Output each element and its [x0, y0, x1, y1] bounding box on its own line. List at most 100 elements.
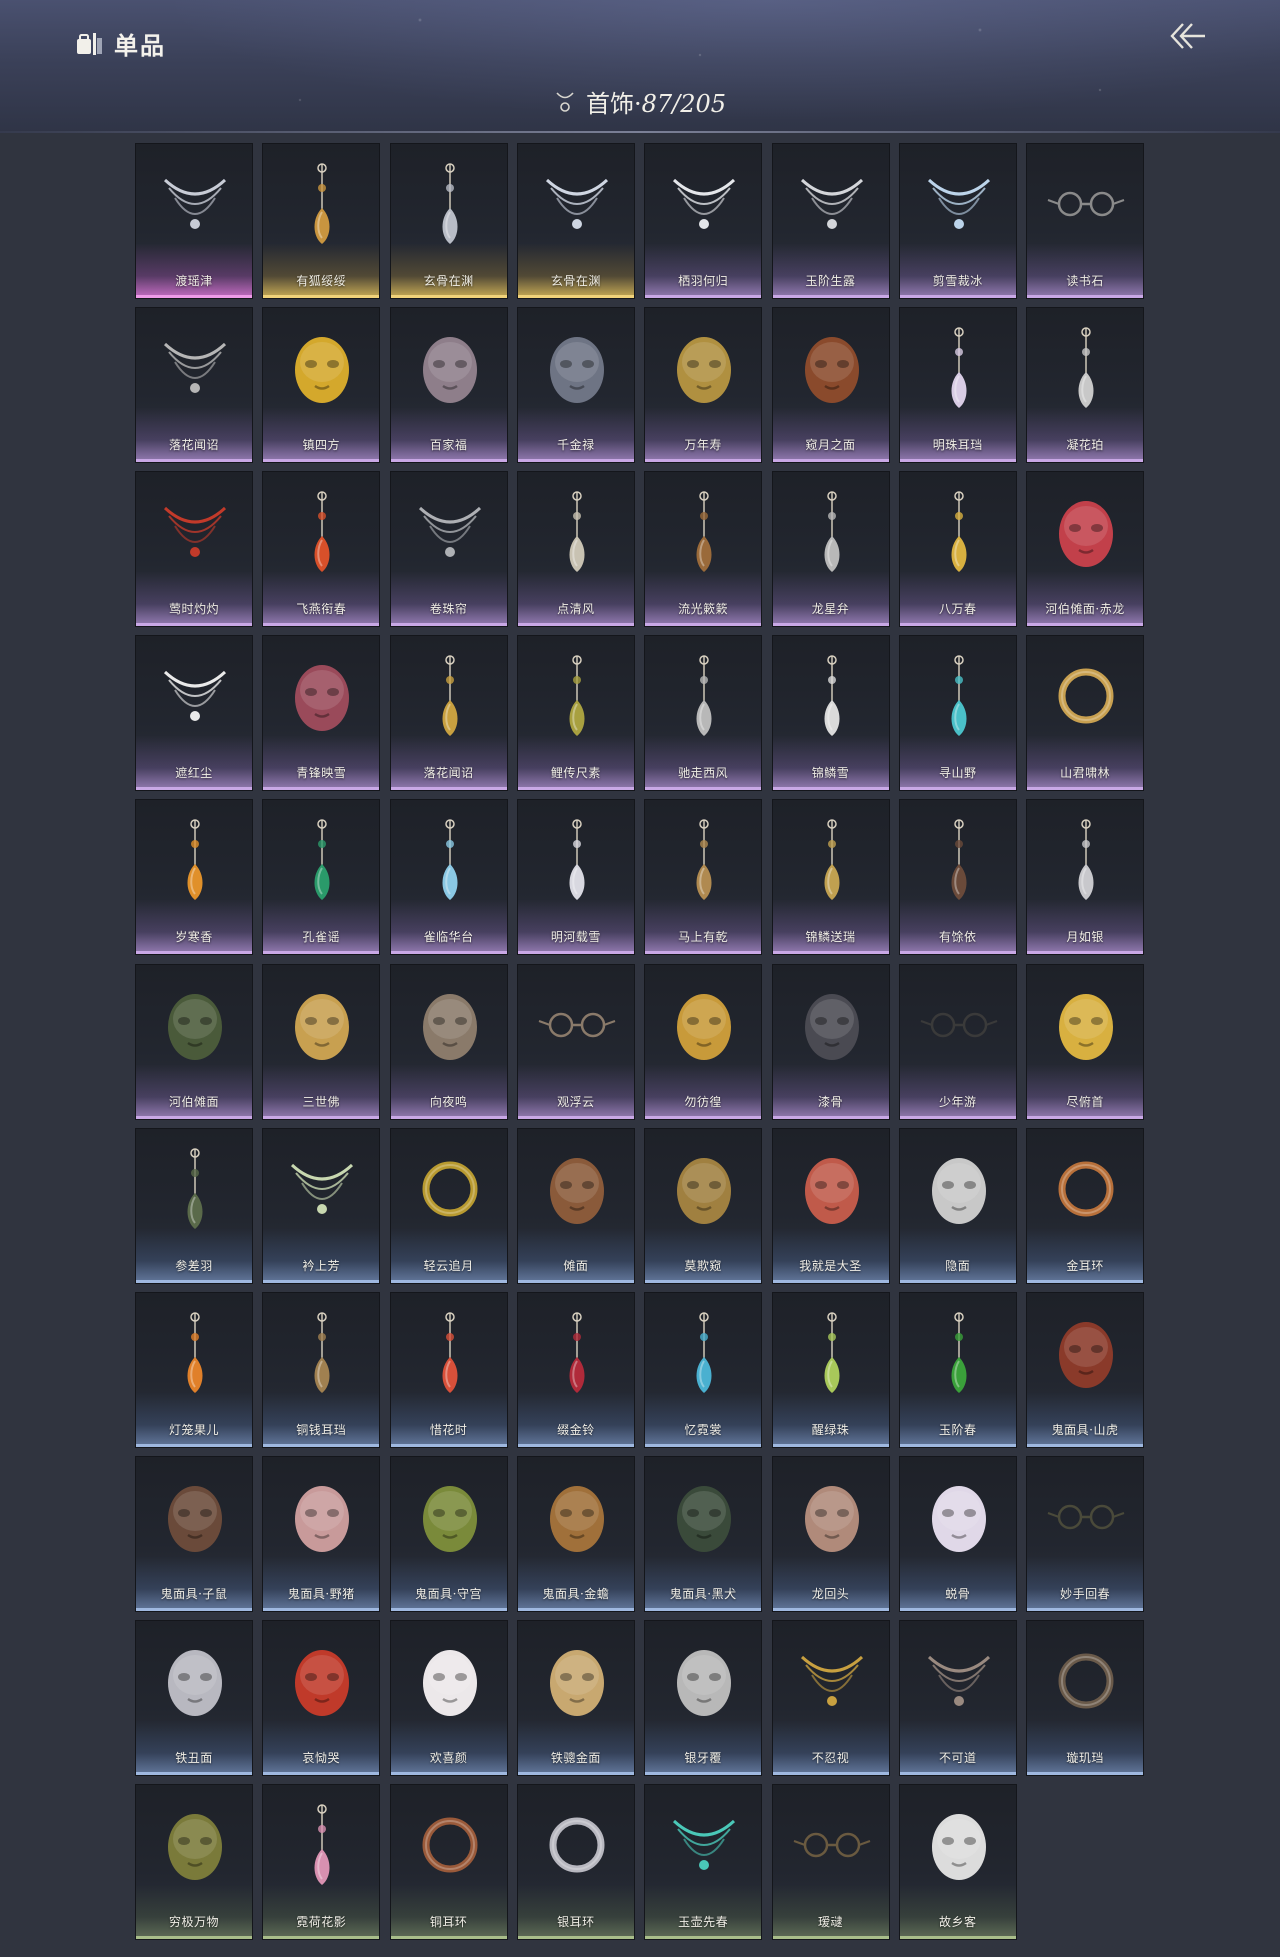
back-button[interactable]	[1165, 16, 1209, 56]
item-card[interactable]: 窥月之面	[771, 307, 890, 464]
item-card[interactable]: 我就是大圣	[771, 1127, 890, 1284]
rarity-bar	[390, 1771, 507, 1775]
item-card[interactable]: 河伯傩面·赤龙	[1026, 471, 1145, 628]
item-card[interactable]: 玄骨在渊	[516, 143, 635, 299]
owl-mask-icon	[422, 993, 477, 1060]
item-card[interactable]: 点清风	[516, 471, 635, 628]
item-card[interactable]: 忆霓裳	[644, 1291, 763, 1448]
item-card[interactable]: 尽俯首	[1026, 963, 1145, 1120]
item-card[interactable]: 欢喜颜	[389, 1619, 508, 1776]
item-card[interactable]: 凝花珀	[1026, 307, 1145, 464]
item-card[interactable]: 读书石	[1026, 143, 1145, 299]
rarity-glow	[136, 1063, 252, 1119]
item-card[interactable]: 玉阶生露	[771, 143, 890, 299]
item-card[interactable]: 鬼面具·守宫	[389, 1455, 508, 1612]
lotus-earring-icon	[314, 1804, 330, 1885]
item-card[interactable]: 银牙覆	[644, 1619, 763, 1776]
item-card[interactable]: 轻云追月	[389, 1127, 508, 1284]
brand-title: 单品	[114, 32, 166, 60]
item-card[interactable]: 遮红尘	[135, 635, 253, 792]
rarity-bar	[899, 1936, 1016, 1939]
item-card[interactable]: 孔雀谣	[262, 799, 381, 956]
item-card[interactable]: 铁丑面	[135, 1619, 253, 1776]
item-card[interactable]: 莫欺窥	[644, 1127, 763, 1284]
item-card[interactable]: 有馀依	[898, 799, 1017, 956]
item-card[interactable]: 八万春	[898, 471, 1017, 628]
item-card[interactable]: 龙星弁	[771, 471, 890, 628]
item-card[interactable]: 月如银	[1026, 799, 1145, 956]
item-card[interactable]: 有狐绥绥	[262, 143, 381, 299]
item-card[interactable]: 万年寿	[644, 307, 763, 464]
item-card[interactable]: 锦鳞雪	[771, 635, 890, 792]
item-card[interactable]: 蜕骨	[898, 1455, 1017, 1612]
item-card[interactable]: 惜花时	[389, 1291, 508, 1448]
item-card[interactable]: 河伯傩面	[135, 963, 253, 1120]
item-card[interactable]: 穷极万物	[135, 1784, 253, 1940]
item-card[interactable]: 鬼面具·野猪	[262, 1455, 381, 1612]
item-card[interactable]: 飞燕衔春	[262, 471, 381, 628]
item-card[interactable]: 玉壶先春	[644, 1784, 763, 1940]
item-card[interactable]: 鬼面具·黑犬	[644, 1455, 763, 1612]
item-card[interactable]: 莺时灼灼	[135, 471, 253, 628]
item-card[interactable]: 傩面	[516, 1127, 635, 1284]
item-card[interactable]: 渡瑶津	[135, 143, 253, 299]
item-name: 山君啸林	[1060, 766, 1111, 781]
item-card[interactable]: 锦鳞送瑞	[771, 799, 890, 956]
item-card[interactable]: 妙手回春	[1026, 1455, 1145, 1612]
item-card[interactable]: 落花闻诏	[135, 307, 253, 464]
item-card[interactable]: 雀临华台	[389, 799, 508, 956]
item-card[interactable]: 驰走西风	[644, 635, 763, 792]
item-card[interactable]: 瑷叇	[771, 1784, 890, 1940]
item-card[interactable]: 缀金铃	[516, 1291, 635, 1448]
item-card[interactable]: 铜钱耳珰	[262, 1291, 381, 1448]
item-card[interactable]: 玉阶春	[898, 1291, 1017, 1448]
item-card[interactable]: 马上有乾	[644, 799, 763, 956]
item-card[interactable]: 流光簌簌	[644, 471, 763, 628]
rarity-bar	[772, 1607, 889, 1611]
item-card[interactable]: 隐面	[898, 1127, 1017, 1284]
item-card[interactable]: 龙回头	[771, 1455, 890, 1612]
item-card[interactable]: 铜耳环	[389, 1784, 508, 1940]
item-card[interactable]: 不可道	[898, 1619, 1017, 1776]
item-card[interactable]: 寻山野	[898, 635, 1017, 792]
item-card[interactable]: 玄骨在渊	[389, 143, 508, 299]
item-card[interactable]: 栖羽何归	[644, 143, 763, 299]
item-card[interactable]: 故乡客	[898, 1784, 1017, 1940]
item-card[interactable]: 参差羽	[135, 1127, 253, 1284]
item-card[interactable]: 鬼面具·子鼠	[135, 1455, 253, 1612]
item-card[interactable]: 哀恸哭	[262, 1619, 381, 1776]
item-card[interactable]: 少年游	[898, 963, 1017, 1120]
item-card[interactable]: 银耳环	[516, 1784, 635, 1940]
item-card[interactable]: 不忍视	[771, 1619, 890, 1776]
item-card[interactable]: 鬼面具·金蟾	[516, 1455, 635, 1612]
item-name: 金耳环	[1066, 1258, 1104, 1273]
item-card[interactable]: 山君啸林	[1026, 635, 1145, 792]
item-card[interactable]: 勿彷徨	[644, 963, 763, 1120]
item-card[interactable]: 铁骢金面	[516, 1619, 635, 1776]
item-card[interactable]: 灯笼果儿	[135, 1291, 253, 1448]
rarity-glow	[645, 1227, 762, 1283]
rarity-glow	[136, 407, 252, 463]
item-card[interactable]: 千金禄	[516, 307, 635, 464]
item-card[interactable]: 青锋映雪	[262, 635, 381, 792]
item-card[interactable]: 霓荷花影	[262, 1784, 381, 1940]
item-card[interactable]: 卷珠帘	[389, 471, 508, 628]
item-card[interactable]: 镇四方	[262, 307, 381, 464]
item-card[interactable]: 岁寒香	[135, 799, 253, 956]
item-card[interactable]: 明珠耳珰	[898, 307, 1017, 464]
item-card[interactable]: 鬼面具·山虎	[1026, 1291, 1145, 1448]
rarity-glow	[263, 571, 380, 627]
item-card[interactable]: 剪雪裁冰	[898, 143, 1017, 299]
item-card[interactable]: 漆骨	[771, 963, 890, 1120]
item-card[interactable]: 醒绿珠	[771, 1291, 890, 1448]
item-card[interactable]: 向夜鸣	[389, 963, 508, 1120]
item-card[interactable]: 三世佛	[262, 963, 381, 1120]
item-card[interactable]: 百家福	[389, 307, 508, 464]
item-card[interactable]: 明河载雪	[516, 799, 635, 956]
item-card[interactable]: 鲤传尺素	[516, 635, 635, 792]
item-card[interactable]: 观浮云	[516, 963, 635, 1120]
item-card[interactable]: 衿上芳	[262, 1127, 381, 1284]
item-card[interactable]: 落花闻诏	[389, 635, 508, 792]
item-card[interactable]: 金耳环	[1026, 1127, 1145, 1284]
item-card[interactable]: 璇玑珰	[1026, 1619, 1145, 1776]
